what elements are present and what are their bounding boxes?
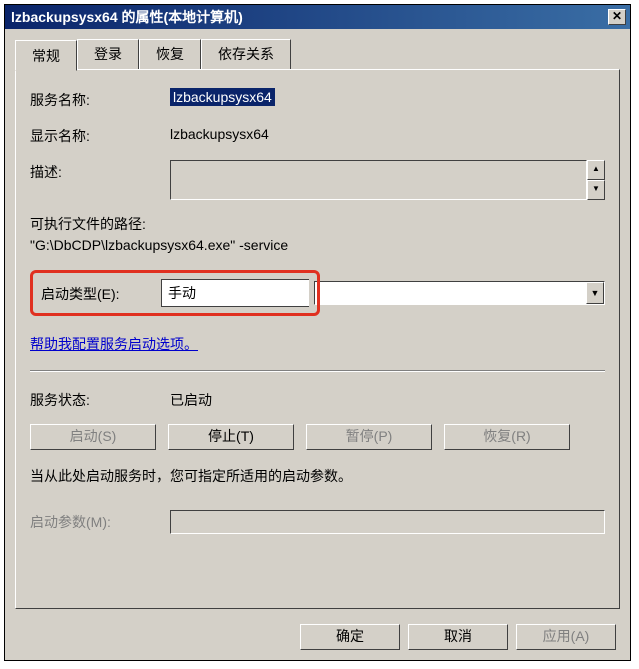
tab-panel-general: 服务名称: lzbackupsysx64 显示名称: lzbackupsysx6… bbox=[15, 69, 620, 609]
separator bbox=[30, 370, 605, 372]
executable-path-label: 可执行文件的路径: bbox=[30, 214, 605, 235]
startup-type-combo-spacer[interactable] bbox=[315, 291, 586, 295]
service-status-label: 服务状态: bbox=[30, 388, 170, 410]
scroll-down-icon[interactable]: ▼ bbox=[587, 180, 605, 200]
pause-button: 暂停(P) bbox=[306, 424, 432, 450]
executable-path-value: "G:\DbCDP\lzbackupsysx64.exe" -service bbox=[30, 235, 605, 256]
start-button: 启动(S) bbox=[30, 424, 156, 450]
titlebar[interactable]: lzbackupsysx64 的属性(本地计算机) ✕ bbox=[5, 5, 630, 29]
info-text: 当从此处启动服务时，您可指定所适用的启动参数。 bbox=[30, 466, 605, 486]
tab-general[interactable]: 常规 bbox=[15, 40, 77, 71]
startup-type-label: 启动类型(E): bbox=[41, 282, 161, 304]
properties-dialog: lzbackupsysx64 的属性(本地计算机) ✕ 常规 登录 恢复 依存关… bbox=[4, 4, 631, 661]
close-icon[interactable]: ✕ bbox=[608, 9, 626, 25]
display-name-label: 显示名称: bbox=[30, 124, 170, 146]
scroll-up-icon[interactable]: ▲ bbox=[587, 160, 605, 180]
service-name-value[interactable]: lzbackupsysx64 bbox=[170, 88, 275, 106]
startup-type-highlight: 启动类型(E): 手动 bbox=[30, 270, 320, 316]
service-name-label: 服务名称: bbox=[30, 88, 170, 110]
ok-button[interactable]: 确定 bbox=[300, 624, 400, 650]
resume-button: 恢复(R) bbox=[444, 424, 570, 450]
description-label: 描述: bbox=[30, 160, 170, 182]
tab-recovery[interactable]: 恢复 bbox=[139, 39, 201, 69]
description-textarea[interactable] bbox=[170, 160, 587, 200]
stop-button[interactable]: 停止(T) bbox=[168, 424, 294, 450]
start-params-input bbox=[170, 510, 605, 534]
help-link[interactable]: 帮助我配置服务启动选项。 bbox=[30, 336, 198, 352]
tab-logon[interactable]: 登录 bbox=[77, 39, 139, 69]
window-title: lzbackupsysx64 的属性(本地计算机) bbox=[9, 7, 243, 27]
client-area: 常规 登录 恢复 依存关系 服务名称: lzbackupsysx64 显示名称:… bbox=[5, 29, 630, 660]
cancel-button[interactable]: 取消 bbox=[408, 624, 508, 650]
start-params-label: 启动参数(M): bbox=[30, 510, 170, 532]
tab-dependencies[interactable]: 依存关系 bbox=[201, 39, 291, 69]
service-status-value: 已启动 bbox=[170, 388, 212, 410]
display-name-value: lzbackupsysx64 bbox=[170, 124, 269, 142]
dropdown-icon[interactable]: ▼ bbox=[586, 282, 604, 304]
startup-type-text[interactable]: 手动 bbox=[161, 279, 309, 307]
tab-strip: 常规 登录 恢复 依存关系 bbox=[15, 39, 620, 69]
dialog-footer: 确定 取消 应用(A) bbox=[300, 624, 616, 650]
apply-button: 应用(A) bbox=[516, 624, 616, 650]
